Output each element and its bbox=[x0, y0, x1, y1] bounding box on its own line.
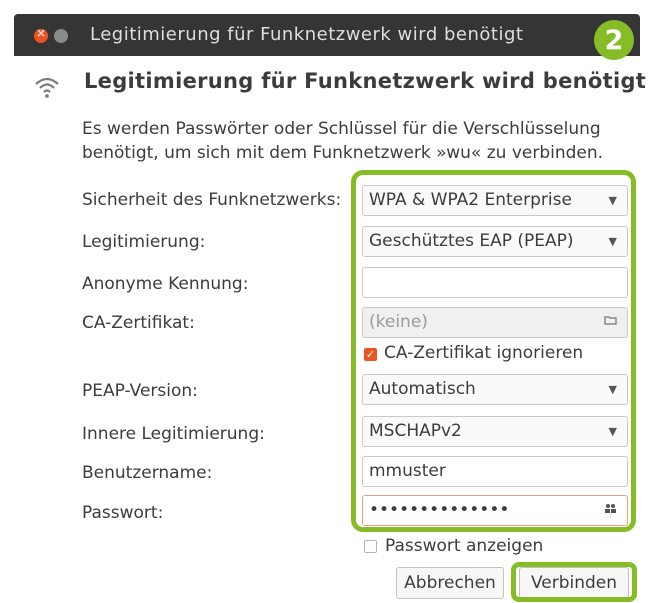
show-password-label: Passwort anzeigen bbox=[385, 536, 544, 556]
description-line-2: benötigt, um sich mit dem Funknetzwerk »… bbox=[82, 143, 604, 163]
cancel-button[interactable]: Abbrechen bbox=[396, 567, 504, 599]
step-badge: 2 bbox=[594, 20, 634, 60]
highlight-frame bbox=[351, 170, 636, 532]
inner-auth-label: Innere Legitimierung: bbox=[82, 424, 265, 444]
highlight-frame-button bbox=[511, 562, 637, 602]
peap-version-label: PEAP-Version: bbox=[82, 381, 198, 401]
close-icon[interactable] bbox=[34, 26, 48, 43]
ca-cert-label: CA-Zertifikat: bbox=[82, 313, 195, 333]
dialog-description: Es werden Passwörter oder Schlüssel für … bbox=[82, 117, 642, 165]
show-password-checkbox[interactable] bbox=[364, 540, 377, 553]
password-label: Passwort: bbox=[82, 503, 164, 523]
dialog-heading: Legitimierung für Funknetzwerk wird benö… bbox=[84, 69, 647, 93]
minimize-icon[interactable] bbox=[54, 29, 68, 43]
security-label: Sicherheit des Funknetzwerks: bbox=[82, 190, 342, 210]
description-line-1: Es werden Passwörter oder Schlüssel für … bbox=[82, 119, 601, 139]
anon-identity-label: Anonyme Kennung: bbox=[82, 274, 249, 294]
username-label: Benutzername: bbox=[82, 463, 213, 483]
wifi-icon bbox=[33, 74, 61, 102]
auth-label: Legitimierung: bbox=[82, 232, 206, 252]
window-title: Legitimierung für Funknetzwerk wird benö… bbox=[90, 24, 524, 45]
